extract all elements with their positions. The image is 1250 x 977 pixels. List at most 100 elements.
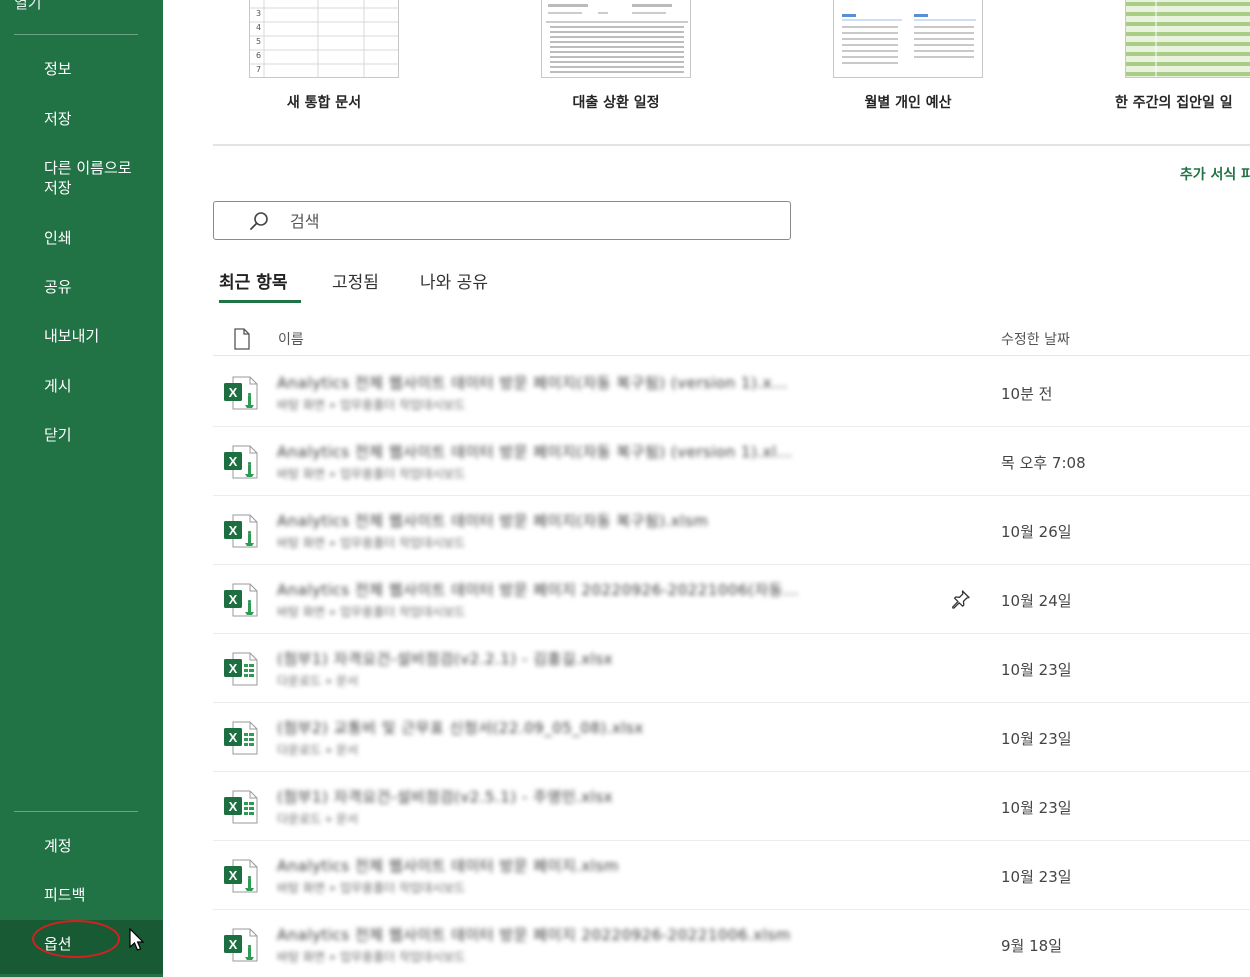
file-name: Analytics 전체 웹사이트 데이터 방문 페이지.xlsm xyxy=(277,857,619,875)
file-row[interactable]: X (첨부1) 자격요건-설비점검(v2.2.1) - 김홍길.xlsx 다운로드… xyxy=(213,634,1250,703)
search-box[interactable] xyxy=(213,201,791,240)
blank-sheet-thumbnail xyxy=(250,0,398,77)
svg-text:X: X xyxy=(229,592,238,607)
excel-macro-icon: X xyxy=(223,857,259,895)
template-label: 월별 개인 예산 xyxy=(864,95,952,111)
sidebar-item-account[interactable]: 계정 xyxy=(0,836,163,856)
excel-macro-icon: X xyxy=(223,512,259,550)
backstage-sidebar: 열기 정보 저장 다른 이름으로 저장 인쇄 공유 내보내기 게시 닫기 계정 … xyxy=(0,0,163,977)
tab-shared-with-me[interactable]: 나와 공유 xyxy=(420,268,488,293)
monthly-budget-thumbnail xyxy=(842,14,976,64)
file-row[interactable]: X (첨부2) 교통비 및 근무표 신청서(22.09_05_08).xlsx 다… xyxy=(213,703,1250,772)
file-modified-date: 10월 24일 xyxy=(1001,592,1072,610)
sidebar-item-save[interactable]: 저장 xyxy=(0,109,163,129)
search-input[interactable] xyxy=(290,208,770,234)
row-number: 7 xyxy=(256,65,262,74)
file-name: Analytics 전체 웹사이트 데이터 방문 페이지 20220926-20… xyxy=(277,926,791,944)
sidebar-item-export[interactable]: 내보내기 xyxy=(0,326,163,346)
file-row[interactable]: X Analytics 전체 웹사이트 데이터 방문 페이지(자동 복구됨) (… xyxy=(213,427,1250,496)
svg-text:X: X xyxy=(229,385,238,400)
file-name: Analytics 전체 웹사이트 데이터 방문 페이지(자동 복구됨).xls… xyxy=(277,512,709,530)
template-label: 한 주간의 집안일 일 xyxy=(1115,95,1233,111)
sidebar-divider xyxy=(14,811,138,812)
svg-text:X: X xyxy=(229,730,238,745)
sidebar-item-label: 게시 xyxy=(44,377,72,395)
file-modified-date: 9월 18일 xyxy=(1001,937,1062,955)
tab-label: 나와 공유 xyxy=(420,273,488,293)
sidebar-item-feedback[interactable]: 피드백 xyxy=(0,885,163,905)
file-modified-date: 10월 23일 xyxy=(1001,868,1072,886)
file-row[interactable]: X Analytics 전체 웹사이트 데이터 방문 페이지 20220926-… xyxy=(213,565,1250,634)
pin-icon[interactable] xyxy=(951,589,971,609)
file-name: Analytics 전체 웹사이트 데이터 방문 페이지 20220926-20… xyxy=(277,581,799,599)
sidebar-item-label: 인쇄 xyxy=(44,229,72,247)
sidebar-item-label: 계정 xyxy=(44,837,72,855)
svg-text:X: X xyxy=(229,454,238,469)
tab-recent[interactable]: 최근 항목 xyxy=(219,268,301,303)
sidebar-item-open-partial[interactable]: 열기 xyxy=(14,0,42,13)
active-tab-indicator xyxy=(219,300,301,303)
svg-text:X: X xyxy=(229,523,238,538)
file-path: 다운로드 » 문서 xyxy=(277,743,359,757)
file-row[interactable]: X Analytics 전체 웹사이트 데이터 방문 페이지.xlsm 바탕 화면… xyxy=(213,841,1250,910)
template-monthly-budget[interactable]: 월별 개인 예산 xyxy=(833,0,983,115)
template-blank-workbook[interactable]: 3 4 5 6 7 새 통합 문서 xyxy=(249,0,399,115)
template-label: 새 통합 문서 xyxy=(286,95,362,111)
file-path: 바탕 화면 » 업무용폴더 작업대시보드 xyxy=(277,398,466,412)
svg-text:X: X xyxy=(229,799,238,814)
sidebar-item-label: 공유 xyxy=(44,278,72,296)
sidebar-item-print[interactable]: 인쇄 xyxy=(0,228,163,248)
section-divider xyxy=(213,144,1250,146)
more-templates-link[interactable]: 추가 서식 파 xyxy=(1180,164,1250,184)
file-row[interactable]: X Analytics 전체 웹사이트 데이터 방문 페이지(자동 복구됨) (… xyxy=(213,358,1250,427)
tab-label: 최근 항목 xyxy=(219,273,288,293)
svg-text:X: X xyxy=(229,868,238,883)
file-row[interactable]: X (첨부1) 자격요건-설비점검(v2.5.1) - 주영민.xlsx 다운로드… xyxy=(213,772,1250,841)
template-label: 대출 상환 일정 xyxy=(572,95,660,111)
sidebar-item-label: 내보내기 xyxy=(44,327,100,345)
backstage-main: 3 4 5 6 7 새 통합 문서 대출 상환 일정 월별 개인 예산 한 주간… xyxy=(163,0,1250,977)
file-modified-date: 목 오후 7:08 xyxy=(1001,454,1086,472)
weekly-chores-thumbnail xyxy=(1126,0,1250,77)
file-path: 바탕 화면 » 업무용폴더 작업대시보드 xyxy=(277,536,466,550)
template-weekly-chores[interactable]: 한 주간의 집안일 일 xyxy=(1115,0,1250,115)
loan-schedule-thumbnail xyxy=(546,4,688,73)
column-header-date[interactable]: 수정한 날짜 xyxy=(1001,329,1070,349)
file-name: Analytics 전체 웹사이트 데이터 방문 페이지(자동 복구됨) (ve… xyxy=(277,374,788,392)
file-path: 바탕 화면 » 업무용폴더 작업대시보드 xyxy=(277,605,466,619)
excel-workbook-icon: X xyxy=(223,650,259,688)
file-modified-date: 10월 26일 xyxy=(1001,523,1072,541)
template-thumbnail xyxy=(541,0,691,78)
template-thumbnail xyxy=(1125,0,1250,78)
excel-workbook-icon: X xyxy=(223,788,259,826)
file-list-header: 이름 수정한 날짜 xyxy=(213,322,1250,356)
sidebar-item-label: 다른 이름으로 저장 xyxy=(44,159,132,197)
sidebar-item-publish[interactable]: 게시 xyxy=(0,376,163,396)
excel-macro-icon: X xyxy=(223,926,259,964)
file-row[interactable]: X Analytics 전체 웹사이트 데이터 방문 페이지(자동 복구됨).x… xyxy=(213,496,1250,565)
sidebar-item-label: 피드백 xyxy=(44,886,86,904)
template-loan-schedule[interactable]: 대출 상환 일정 xyxy=(541,0,691,115)
file-row[interactable]: X Analytics 전체 웹사이트 데이터 방문 페이지 20220926-… xyxy=(213,910,1250,977)
file-path: 바탕 화면 » 업무용폴더 작업대시보드 xyxy=(277,950,466,964)
sidebar-item-share[interactable]: 공유 xyxy=(0,277,163,297)
excel-macro-icon: X xyxy=(223,374,259,412)
tab-pinned[interactable]: 고정됨 xyxy=(332,268,379,293)
sidebar-item-close[interactable]: 닫기 xyxy=(0,425,163,445)
file-name: (첨부1) 자격요건-설비점검(v2.2.1) - 김홍길.xlsx xyxy=(277,650,614,668)
file-path: 다운로드 » 문서 xyxy=(277,812,359,826)
column-header-name[interactable]: 이름 xyxy=(278,329,304,349)
document-icon xyxy=(234,328,250,350)
excel-workbook-icon: X xyxy=(223,719,259,757)
row-number: 4 xyxy=(256,23,262,32)
sidebar-item-save-as[interactable]: 다른 이름으로 저장 xyxy=(0,158,163,198)
sidebar-item-info[interactable]: 정보 xyxy=(0,59,163,79)
file-name: (첨부1) 자격요건-설비점검(v2.5.1) - 주영민.xlsx xyxy=(277,788,614,806)
sidebar-item-label: 정보 xyxy=(44,60,72,78)
template-thumbnail xyxy=(833,0,983,78)
file-modified-date: 10월 23일 xyxy=(1001,799,1072,817)
file-path: 바탕 화면 » 업무용폴더 작업대시보드 xyxy=(277,467,466,481)
excel-macro-icon: X xyxy=(223,443,259,481)
excel-macro-icon: X xyxy=(223,581,259,619)
row-number: 5 xyxy=(256,37,262,46)
